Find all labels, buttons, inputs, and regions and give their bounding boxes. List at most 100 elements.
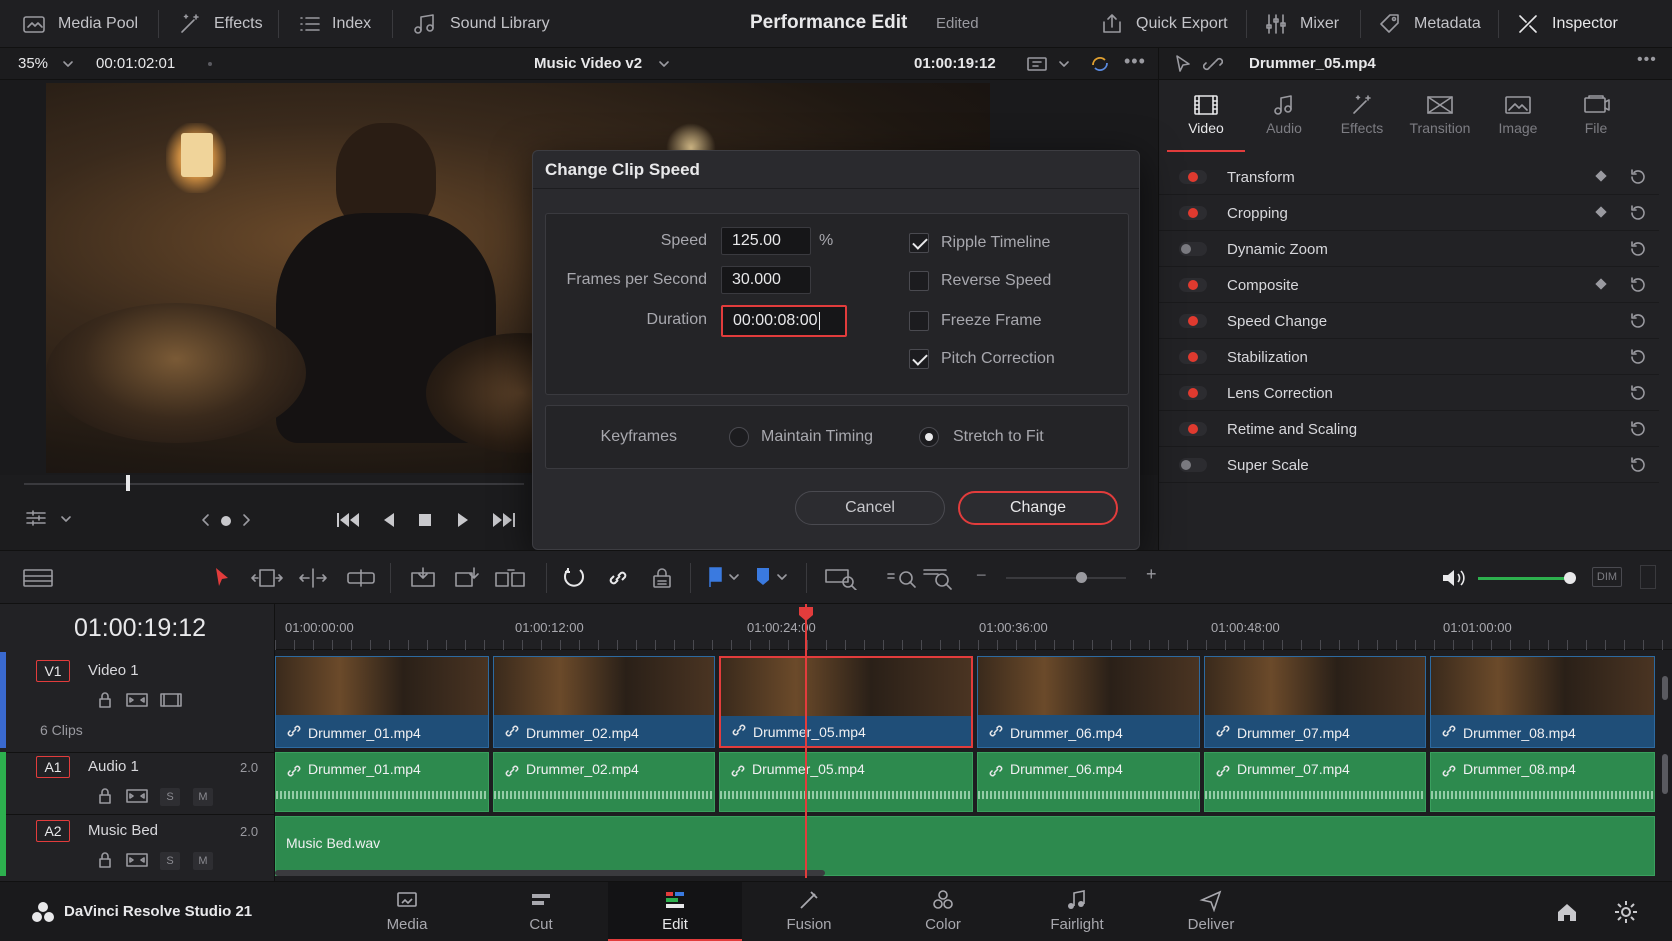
reset-icon[interactable] [1629, 240, 1647, 258]
inspector-row[interactable]: Lens Correction [1159, 376, 1659, 411]
track-name-v1[interactable]: Video 1 [88, 662, 139, 679]
keyframe-diamond-icon[interactable] [1595, 206, 1607, 218]
snapping-icon[interactable] [562, 566, 586, 590]
enable-toggle[interactable] [1179, 170, 1207, 184]
tab-file[interactable]: File [1557, 86, 1635, 144]
index-button[interactable]: Index [298, 0, 371, 48]
marker-icon[interactable] [754, 566, 772, 588]
audio-clip[interactable]: Drummer_07.mp4 [1204, 752, 1426, 812]
inspector-button[interactable]: Inspector [1516, 0, 1618, 48]
volume-slider-handle[interactable] [1564, 572, 1576, 584]
audio-clip[interactable]: Drummer_06.mp4 [977, 752, 1200, 812]
track-tag-v1[interactable]: V1 [36, 660, 70, 682]
inspector-row[interactable]: Retime and Scaling [1159, 412, 1659, 447]
jog-dot-icon[interactable] [221, 516, 231, 526]
solo-button[interactable]: S [160, 852, 180, 870]
zoom-slider[interactable] [1006, 577, 1126, 579]
speed-input[interactable]: 125.00 [721, 227, 811, 255]
cancel-button[interactable]: Cancel [795, 491, 945, 525]
reset-icon[interactable] [1629, 456, 1647, 474]
lock-icon[interactable] [98, 692, 112, 708]
timeline-name[interactable]: Music Video v2 [534, 55, 642, 72]
pitch-correction-checkbox[interactable] [909, 349, 929, 369]
more-options-icon[interactable]: ••• [1637, 51, 1657, 69]
inspector-row[interactable]: Speed Change [1159, 304, 1659, 339]
volume-slider[interactable] [1478, 577, 1570, 580]
viewer-options-icon[interactable] [24, 509, 50, 527]
auto-select-icon[interactable] [126, 852, 148, 868]
freeze-frame-checkbox[interactable] [909, 311, 929, 331]
meter-toggle[interactable] [1640, 565, 1656, 589]
speaker-icon[interactable] [1440, 567, 1466, 589]
zoom-full-icon[interactable] [824, 566, 858, 590]
fps-input[interactable]: 30.000 [721, 266, 811, 294]
music-bed-clip[interactable]: Music Bed.wav [275, 816, 1655, 876]
sound-library-button[interactable]: Sound Library [412, 0, 550, 48]
play-icon[interactable] [454, 511, 472, 529]
tab-transition[interactable]: Transition [1401, 86, 1479, 144]
track-name-a2[interactable]: Music Bed [88, 822, 158, 839]
tab-video[interactable]: Video [1167, 86, 1245, 152]
inspector-row[interactable]: Super Scale [1159, 448, 1659, 483]
audio-clip[interactable]: Drummer_08.mp4 [1430, 752, 1655, 812]
reset-icon[interactable] [1629, 204, 1647, 222]
inspector-row[interactable]: Transform [1159, 160, 1659, 195]
page-tab-color[interactable]: Color [876, 882, 1010, 941]
settings-gear-icon[interactable] [1614, 900, 1638, 924]
stop-icon[interactable] [416, 511, 434, 529]
video-clip[interactable]: Drummer_06.mp4 [977, 656, 1200, 748]
reset-icon[interactable] [1629, 384, 1647, 402]
trim-tool-icon[interactable] [250, 566, 284, 590]
enable-toggle[interactable] [1179, 350, 1207, 364]
reset-icon[interactable] [1629, 312, 1647, 330]
chevron-down-icon[interactable] [60, 513, 72, 525]
scrubber-handle[interactable] [126, 475, 130, 491]
tab-effects[interactable]: Effects [1323, 86, 1401, 144]
timeline-area[interactable]: 01:00:00:00 01:00:12:00 01:00:24:00 01:00:3… [275, 604, 1672, 881]
dim-button[interactable]: DIM [1592, 567, 1622, 587]
blade-tool-icon[interactable] [346, 566, 376, 590]
reset-icon[interactable] [1629, 276, 1647, 294]
flag-icon[interactable] [706, 566, 724, 588]
media-pool-button[interactable]: Media Pool [22, 0, 138, 48]
enable-toggle[interactable] [1179, 242, 1207, 256]
page-tab-fairlight[interactable]: Fairlight [1010, 882, 1144, 941]
keyframe-diamond-icon[interactable] [1595, 278, 1607, 290]
vertical-scrollbar-video[interactable] [1662, 676, 1668, 700]
tab-image[interactable]: Image [1479, 86, 1557, 144]
chevron-down-icon[interactable] [62, 58, 74, 70]
chevron-right-icon[interactable] [240, 513, 252, 527]
track-name-a1[interactable]: Audio 1 [88, 758, 139, 775]
solo-button[interactable]: S [160, 788, 180, 806]
zoom-out-button[interactable]: − [976, 565, 987, 586]
maintain-timing-radio[interactable] [729, 427, 749, 447]
zoom-in-button[interactable]: + [1146, 564, 1157, 585]
playhead-handle[interactable] [798, 606, 814, 622]
audio-clip[interactable]: Drummer_05.mp4 [719, 752, 973, 812]
ripple-timeline-checkbox[interactable] [909, 233, 929, 253]
zoom-level[interactable]: 35% [18, 55, 48, 72]
change-button[interactable]: Change [958, 491, 1118, 525]
keyframe-diamond-icon[interactable] [1595, 170, 1607, 182]
auto-select-icon[interactable] [126, 692, 148, 708]
page-tab-cut[interactable]: Cut [474, 882, 608, 941]
effects-button[interactable]: Effects [178, 0, 263, 48]
sync-icon[interactable] [1088, 53, 1112, 75]
chevron-down-icon[interactable] [776, 573, 788, 583]
duration-input[interactable]: 00:00:08:00 [721, 305, 847, 337]
zoom-slider-handle[interactable] [1076, 572, 1087, 583]
chevron-down-icon[interactable] [728, 573, 740, 583]
reset-icon[interactable] [1629, 420, 1647, 438]
page-tab-deliver[interactable]: Deliver [1144, 882, 1278, 941]
audio-clip[interactable]: Drummer_02.mp4 [493, 752, 715, 812]
inspector-row[interactable]: Composite [1159, 268, 1659, 303]
lock-icon[interactable] [98, 788, 112, 804]
inspector-row[interactable]: Dynamic Zoom [1159, 232, 1659, 267]
vertical-scrollbar-audio[interactable] [1662, 754, 1668, 794]
reset-icon[interactable] [1629, 168, 1647, 186]
video-clip[interactable]: Drummer_01.mp4 [275, 656, 489, 748]
mute-button[interactable]: M [193, 788, 213, 806]
timeline-view-options-icon[interactable] [22, 567, 54, 589]
enable-toggle[interactable] [1179, 278, 1207, 292]
skip-to-end-icon[interactable] [490, 511, 518, 529]
